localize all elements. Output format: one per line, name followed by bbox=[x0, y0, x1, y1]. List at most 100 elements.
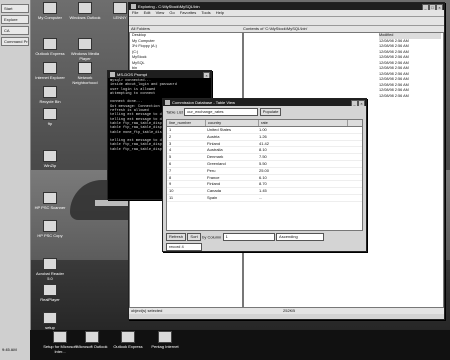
populate-button[interactable]: Populate bbox=[259, 108, 282, 116]
table-row[interactable]: 10 Canada 1.45 bbox=[167, 188, 362, 195]
table-viewer-title-bar[interactable]: Commission Database - Table View _ × bbox=[163, 99, 366, 106]
table-row[interactable]: 7 Peru 25.00 bbox=[167, 168, 362, 175]
table-row[interactable]: 9 Finland 8.70 bbox=[167, 181, 362, 189]
msdos-icon bbox=[110, 72, 115, 77]
sort-order-select[interactable]: Ascending bbox=[276, 233, 325, 241]
taskbar-icon-pentag-internet[interactable]: Pentag Internet bbox=[145, 331, 185, 349]
internet-explorer-icon bbox=[53, 331, 67, 343]
desktop-icon-winzip[interactable]: WinZip bbox=[33, 150, 67, 168]
by-column-label: by Column bbox=[202, 234, 222, 240]
minimize-icon[interactable]: _ bbox=[422, 4, 429, 10]
taskbar-icon-outlook-express[interactable]: Outlook Express bbox=[108, 331, 148, 349]
sort-controls: Refresh Sort by Column 1 Ascending bbox=[163, 231, 366, 243]
table-cell: 5.50 bbox=[259, 160, 267, 166]
table-list-select[interactable]: cur_exchange_rates bbox=[184, 108, 259, 116]
menu-go[interactable]: Go bbox=[169, 10, 174, 15]
menu-file[interactable]: File bbox=[132, 10, 138, 15]
folder-icon bbox=[113, 2, 127, 14]
table-row[interactable]: 6 Greenland 5.50 bbox=[167, 161, 362, 168]
command-prompt-button[interactable]: Command Prom... bbox=[1, 37, 29, 46]
minimize-icon[interactable]: _ bbox=[351, 100, 358, 106]
table-cell: 11 bbox=[169, 194, 174, 200]
table-cell: 8.10 bbox=[259, 147, 267, 153]
menu-favorites[interactable]: Favorites bbox=[180, 10, 196, 15]
desktop-icon-media-player[interactable]: Windows Media Player bbox=[68, 38, 102, 61]
sort-button[interactable]: Sort bbox=[187, 233, 201, 241]
table-cell: Canada bbox=[207, 188, 222, 194]
table-cell: 7.50 bbox=[259, 154, 267, 160]
desktop-icon-recycle-bin[interactable]: Recycle Bin bbox=[33, 86, 67, 104]
scanner-icon bbox=[43, 192, 57, 204]
table-cell: United States bbox=[207, 127, 232, 132]
table-row[interactable]: 5 Denmark 7.50 bbox=[167, 154, 362, 161]
taskbar-icon-outlook[interactable]: Microsoft Outlook bbox=[72, 331, 112, 349]
console-title: MS-DOS Prompt bbox=[117, 72, 148, 77]
refresh-button[interactable]: Refresh bbox=[166, 233, 187, 241]
close-icon[interactable]: × bbox=[358, 100, 365, 106]
table-cell: Greenland bbox=[207, 160, 226, 166]
explorer-title-bar[interactable]: Exploring - C:\MyStock\MySQL\bin _ □ × bbox=[129, 3, 444, 10]
ftp-icon bbox=[43, 108, 57, 120]
explorer-menu-bar: File Edit View Go Favorites Tools Help bbox=[129, 10, 444, 17]
table-viewer-window: Commission Database - Table View _ × Tab… bbox=[162, 98, 367, 252]
table-cell: 9 bbox=[169, 181, 172, 187]
network-icon bbox=[78, 62, 92, 74]
acrobat-icon bbox=[43, 258, 57, 270]
left-quick-bar: Start Explore CA Command Prom... 9:45 AM bbox=[0, 0, 31, 360]
internet-explorer-icon bbox=[43, 62, 57, 74]
globe-icon bbox=[158, 331, 172, 343]
desktop-icon-ftp[interactable]: ftp bbox=[33, 108, 67, 126]
desktop-icon-outlook-express[interactable]: Outlook Express bbox=[33, 38, 67, 56]
record-field: record 4 bbox=[166, 243, 202, 251]
table-row[interactable]: 2 Austria 1.26 bbox=[167, 134, 362, 141]
menu-edit[interactable]: Edit bbox=[144, 10, 151, 15]
setup-icon bbox=[43, 312, 57, 324]
records-grid[interactable]: line_number country rate 1 United States 1… bbox=[166, 119, 363, 231]
start-button[interactable]: Start bbox=[1, 4, 29, 13]
menu-help[interactable]: Help bbox=[216, 10, 224, 15]
sort-column-field[interactable]: 1 bbox=[222, 233, 275, 241]
modified-column: Modified 12/08/98 2:56 AM 12/08/98 2:56 A… bbox=[379, 33, 441, 99]
menu-tools[interactable]: Tools bbox=[201, 10, 210, 15]
console-title-bar[interactable]: MS-DOS Prompt × bbox=[108, 71, 211, 78]
table-cell: 8.70 bbox=[259, 181, 267, 187]
table-cell: 1.00 bbox=[259, 127, 267, 132]
desktop-icon-windows-outlook[interactable]: Windows Outlook bbox=[68, 2, 102, 20]
table-row[interactable]: 8 France 6.10 bbox=[167, 175, 362, 182]
table-cell: 7 bbox=[169, 167, 172, 173]
recycle-bin-icon bbox=[43, 86, 57, 98]
explorer-window-icon bbox=[131, 4, 136, 9]
column-header-rate[interactable]: rate bbox=[259, 120, 348, 126]
table-cell: Austria bbox=[207, 133, 220, 139]
column-header-line-number[interactable]: line_number bbox=[167, 120, 206, 126]
table-row[interactable]: 4 Australia 8.10 bbox=[167, 147, 362, 155]
desktop-icon-acrobat-reader[interactable]: Acrobat Reader 5.0 bbox=[33, 258, 67, 281]
close-icon[interactable]: × bbox=[436, 4, 443, 10]
maximize-icon[interactable]: □ bbox=[429, 4, 436, 10]
desktop-icon-setup[interactable]: setup bbox=[33, 312, 67, 330]
ca-button[interactable]: CA bbox=[1, 26, 29, 35]
menu-view[interactable]: View bbox=[156, 10, 165, 15]
explorer-title: Exploring - C:\MyStock\MySQL\bin bbox=[138, 4, 200, 9]
close-icon[interactable]: × bbox=[203, 72, 210, 78]
column-header-country[interactable]: country bbox=[206, 120, 259, 126]
desktop-icon-hp-copy[interactable]: HP PSC Copy bbox=[33, 220, 67, 238]
table-cell: Peru bbox=[207, 167, 216, 173]
desktop-icon-realplayer[interactable]: RealPlayer bbox=[33, 284, 67, 302]
desktop-icon-internet-explorer[interactable]: Internet Explorer bbox=[33, 62, 67, 80]
desktop-icon-network-neighborhood[interactable]: Network Neighborhood bbox=[68, 62, 102, 85]
table-row[interactable]: 3 Finland 41.42 bbox=[167, 141, 362, 148]
table-cell: 8 bbox=[169, 174, 172, 180]
table-cell: 4 bbox=[169, 147, 172, 153]
explore-button[interactable]: Explore bbox=[1, 15, 29, 24]
table-row[interactable]: 11 Spain... bbox=[167, 195, 362, 202]
file-modified-cell: 12/08/98 2:56 AM bbox=[379, 93, 409, 98]
desktop-icon-hp-scanner[interactable]: HP PSC Scanner bbox=[33, 192, 67, 210]
desktop-icon-my-computer[interactable]: My Computer bbox=[33, 2, 67, 20]
database-icon bbox=[165, 100, 170, 105]
table-row[interactable]: 1 United States 1.00 bbox=[167, 127, 362, 134]
media-player-icon bbox=[78, 38, 92, 50]
table-cell: ... bbox=[259, 194, 263, 200]
outlook-icon bbox=[78, 2, 92, 14]
table-cell: 10 bbox=[169, 188, 174, 194]
